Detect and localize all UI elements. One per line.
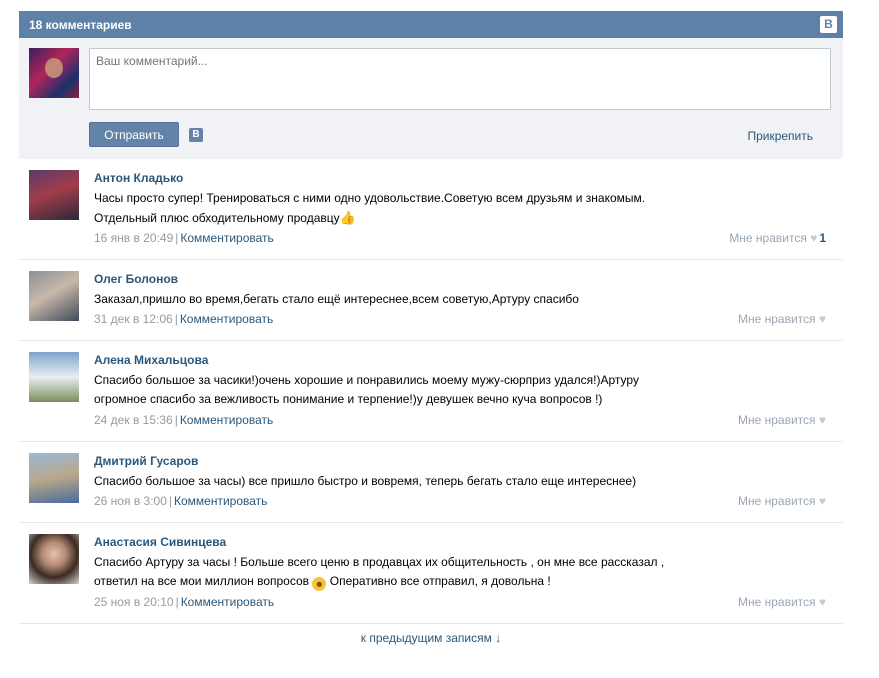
comment-text: Заказал,пришло во время,бегать стало ещё… [94,292,579,306]
comment-author[interactable]: Олег Болонов [94,272,178,286]
avatar[interactable] [29,352,79,402]
comment-date[interactable]: 26 ноя в 3:00 [94,494,167,508]
comment-item: Анастасия Сивинцева Спасибо Артуру за ча… [19,523,843,624]
avatar[interactable] [29,271,79,321]
heart-icon: ♥ [810,231,818,245]
comments-widget: 18 комментариев B Отправить B Прикрепить… [19,11,843,645]
comment-date[interactable]: 24 дек в 15:36 [94,413,173,427]
like-button[interactable]: Мне нравится ♥ [738,312,826,326]
comment-date[interactable]: 31 дек в 12:06 [94,312,173,326]
avatar[interactable] [29,453,79,503]
like-label: Мне нравится [737,494,816,508]
comment-author[interactable]: Антон Кладько [94,171,183,185]
comment-text: Спасибо большое за часики!)очень хорошие… [94,371,794,409]
send-button[interactable]: Отправить [89,122,179,147]
comment-item: Олег Болонов Заказал,пришло во время,бег… [19,260,843,341]
like-label: Мне нравится [737,312,816,326]
comment-date[interactable]: 16 янв в 20:49 [94,231,173,245]
comment-compose: Отправить B Прикрепить [19,38,843,159]
comments-header: 18 комментариев B [19,11,843,38]
smile-emoji-icon: ☻ [312,577,327,591]
comment-text-line-part: Отдельный плюс обходительному продавцу [94,211,340,225]
comment-item: Дмитрий Гусаров Спасибо большое за часы)… [19,442,843,523]
heart-icon: ♥ [818,595,826,609]
meta-separator: | [175,231,179,245]
comment-item: Антон Кладько Часы просто супер! Трениро… [19,159,843,260]
reply-link[interactable]: Комментировать [180,231,273,245]
comment-text-line: Отдельный плюс обходительному продавцу👍 [94,208,794,228]
comment-author[interactable]: Дмитрий Гусаров [94,454,198,468]
meta-separator: | [168,494,173,508]
like-label: Мне нравится [737,595,816,609]
comment-item: Алена Михальцова Спасибо большое за часи… [19,341,843,442]
attach-link[interactable]: Прикрепить [747,129,813,143]
comment-text: Часы просто супер! Тренироваться с ними … [94,189,794,228]
comment-meta: 31 дек в 12:06 | Комментировать [94,312,273,326]
reply-link[interactable]: Комментировать [180,312,273,326]
comment-text-line: Спасибо большое за часики!)очень хорошие… [94,373,639,387]
meta-separator: | [174,413,178,427]
comment-text-line: огромное спасибо за вежливость понимание… [94,392,603,406]
like-button[interactable]: Мне нравится ♥ [738,595,826,609]
comment-date[interactable]: 25 ноя в 20:10 [94,595,174,609]
comment-author[interactable]: Анастасия Сивинцева [94,535,226,549]
comment-meta: 25 ноя в 20:10 | Комментировать [94,595,274,609]
vk-logo-icon[interactable]: B [820,16,837,33]
comment-text-line: Спасибо Артуру за часы ! Больше всего це… [94,555,665,569]
heart-icon: ♥ [818,413,826,427]
avatar[interactable] [29,534,79,584]
like-label: Мне нравится [737,413,816,427]
avatar[interactable] [29,170,79,220]
heart-icon: ♥ [818,494,826,508]
meta-separator: | [174,312,178,326]
comment-text-line-part: ответил на все мои миллион вопросов [94,574,310,588]
like-button[interactable]: Мне нравится ♥ [738,494,826,508]
comment-text-line: ответил на все мои миллион вопросов ☻ Оп… [94,572,794,591]
comment-text-line: Часы просто супер! Тренироваться с ними … [94,191,646,205]
heart-icon: ♥ [818,312,826,326]
reply-link[interactable]: Комментировать [180,413,273,427]
current-user-avatar [29,48,79,98]
load-previous-link[interactable]: к предыдущим записям ↓ [19,631,843,645]
thumbs-up-icon: 👍 [339,210,356,225]
meta-separator: | [175,595,179,609]
reply-link[interactable]: Комментировать [181,595,274,609]
like-button[interactable]: Мне нравится ♥ 1 [729,231,826,245]
like-label: Мне нравится [729,231,807,245]
like-count: 1 [819,231,826,245]
comment-text: Спасибо большое за часы) все пришло быст… [94,474,637,488]
comment-meta: 24 дек в 15:36 | Комментировать [94,413,273,427]
comment-author[interactable]: Алена Михальцова [94,353,208,367]
like-button[interactable]: Мне нравится ♥ [738,413,826,427]
reply-link[interactable]: Комментировать [174,494,267,508]
comment-meta: 26 ноя в 3:00 | Комментировать [94,494,267,508]
vk-share-icon[interactable]: B [189,128,203,142]
comment-meta: 16 янв в 20:49 | Комментировать [94,231,274,245]
comment-text: Спасибо Артуру за часы ! Больше всего це… [94,553,794,591]
comments-count-title: 18 комментариев [29,18,132,32]
comment-text-line-part: Оперативно все отправил, я довольна ! [329,574,551,588]
comment-input[interactable] [89,48,831,110]
